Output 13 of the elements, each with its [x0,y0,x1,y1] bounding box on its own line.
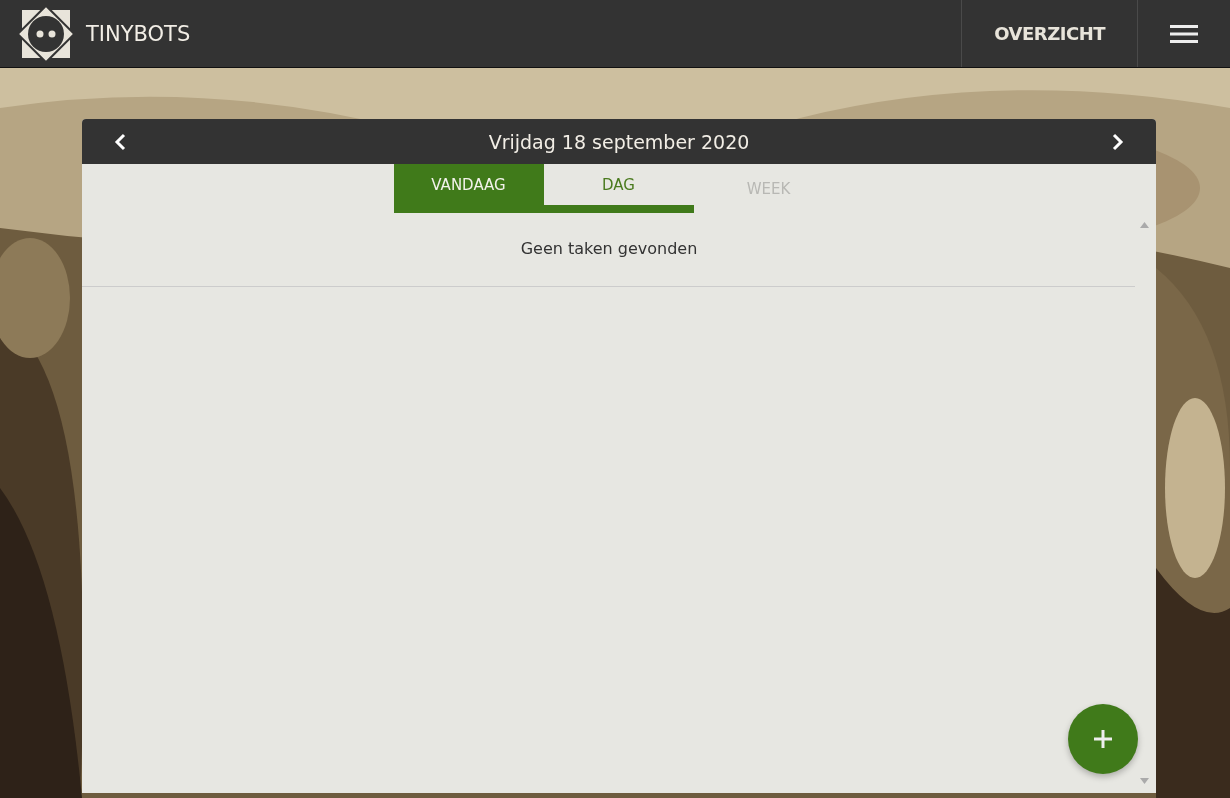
empty-message: Geen taken gevonden [519,239,699,258]
view-tab[interactable]: DAG [543,164,694,213]
overview-link[interactable]: OVERZICHT [961,0,1138,67]
scroll-up-icon [1140,222,1149,228]
menu-icon [1170,23,1198,44]
scroll-down-icon [1140,778,1149,784]
chevron-left-icon [114,132,126,151]
brand-name: TINYBOTS [86,21,191,46]
plus-icon [1094,730,1112,748]
date-title: Vrijdag 18 september 2020 [488,130,750,153]
chevron-right-icon [1112,132,1124,151]
view-tab[interactable]: VANDAAG [393,164,544,213]
add-task-button[interactable] [1068,704,1138,774]
